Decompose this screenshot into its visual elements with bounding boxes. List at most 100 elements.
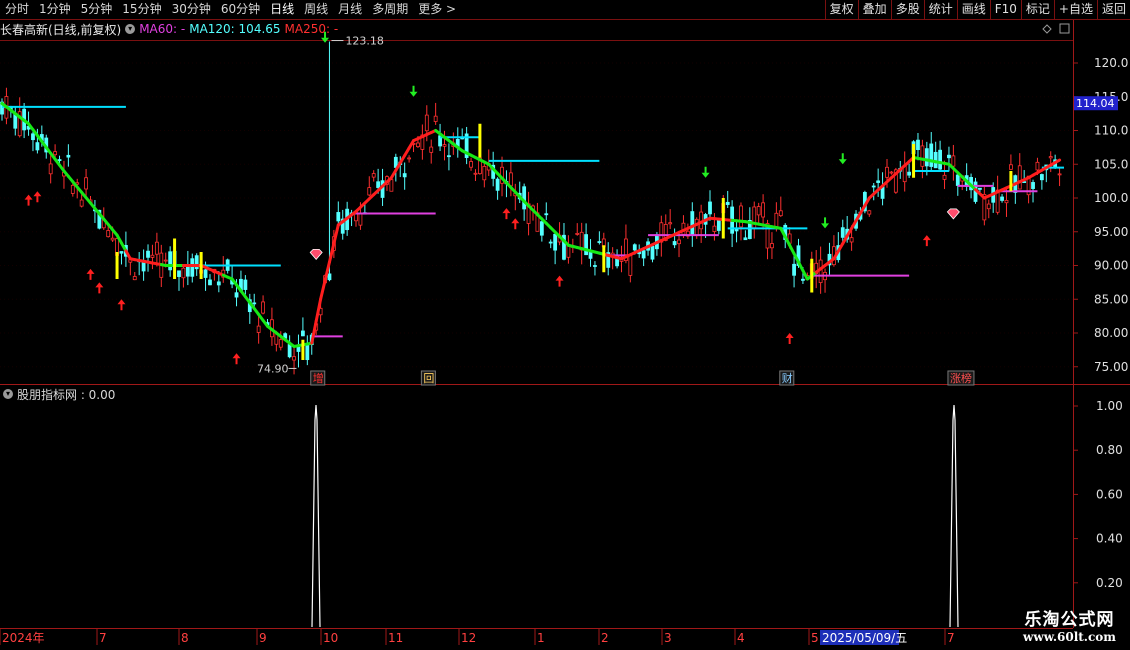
high-price-label: 123.18 (345, 35, 384, 48)
candle-body (641, 250, 646, 259)
buy-arrow-icon (86, 268, 95, 280)
date-label: 12 (461, 631, 476, 645)
candle-body (429, 146, 434, 153)
candle-body (442, 144, 447, 147)
candle-body (106, 230, 111, 238)
candle-body (66, 154, 71, 158)
candle-body (216, 281, 221, 286)
candle-body (508, 172, 513, 187)
candle-body (920, 145, 925, 167)
candle-body (575, 233, 580, 235)
current-price-label: 114.04 (1076, 97, 1115, 110)
candle-body (163, 259, 168, 262)
turn-bar (602, 245, 606, 273)
date-label: 1 (537, 631, 545, 645)
trend-segment (319, 279, 327, 301)
candle-body (792, 263, 796, 276)
date-label: 10 (323, 631, 338, 645)
trend-segment (332, 223, 340, 246)
price-tick-label: 110.0 (1094, 124, 1128, 138)
candle-body (53, 151, 57, 156)
candle-body (938, 149, 942, 170)
candle-body (907, 171, 912, 176)
candle-body (367, 187, 372, 196)
price-tick-label: 95.00 (1094, 225, 1128, 239)
candle-body (1000, 196, 1004, 201)
price-tick-label: 120.0 (1094, 56, 1128, 70)
price-tick-label: 80.00 (1094, 326, 1128, 340)
candle-body (208, 279, 212, 286)
candle-body (885, 166, 889, 178)
candle-body (371, 173, 376, 178)
price-axis: 120.0115.0110.0105.0100.095.0090.0085.00… (1073, 56, 1128, 374)
candle-body (70, 184, 75, 194)
buy-arrow-icon (24, 194, 33, 206)
candle-body (132, 276, 137, 281)
cursor-date-label: 2025/05/09/五 (822, 631, 907, 645)
indicator-tick-label: 0.80 (1096, 443, 1123, 457)
candle-body (84, 177, 88, 190)
candle-body (1057, 173, 1062, 176)
candle-body (35, 142, 40, 151)
candle-body (867, 210, 872, 215)
indicator-tick-label: 1.00 (1096, 399, 1123, 413)
candle-body (650, 245, 655, 260)
candle-body (544, 213, 549, 216)
event-badge-label: 涨榜 (950, 371, 972, 385)
candle-body (774, 212, 779, 229)
level-lines (2, 105, 1064, 338)
turn-bar (478, 123, 482, 158)
date-label: 9 (259, 631, 267, 645)
watermark: 乐淘公式网 www.60lt.com (1023, 605, 1116, 644)
sell-arrow-icon (409, 85, 418, 97)
indicator-pane: 1.00 0.80 0.60 0.40 0.20 (311, 399, 1123, 628)
candle-body (889, 171, 894, 174)
candle-body (389, 179, 394, 192)
gem-icon (946, 208, 960, 220)
indicator-tick-label: 0.20 (1096, 576, 1123, 590)
date-label: 8 (181, 631, 189, 645)
candle-body (300, 330, 305, 337)
turn-bar (301, 339, 305, 360)
diamond-icon (1042, 24, 1052, 34)
candle-body (986, 203, 991, 210)
buy-arrow-icon (117, 299, 126, 311)
candle-body (539, 221, 544, 236)
candle-body (725, 201, 730, 205)
event-badge-label: 回 (423, 372, 434, 385)
candle-body (942, 174, 947, 180)
candle-body (916, 139, 920, 151)
indicator-tick-label: 0.40 (1096, 532, 1123, 546)
candle-body (48, 163, 53, 175)
candle-body (756, 206, 761, 216)
candle-body (433, 115, 438, 122)
candle-body (1009, 164, 1013, 170)
candle-body (287, 344, 292, 358)
candle-body (150, 254, 155, 258)
candle-body (110, 237, 115, 241)
candle-body (924, 148, 929, 167)
candle-body (548, 241, 553, 244)
candle-body (402, 173, 407, 178)
date-label: 11 (388, 631, 403, 645)
buy-arrow-icon (33, 191, 42, 203)
turn-bar (173, 238, 177, 279)
corner-icons (1042, 23, 1070, 34)
candle-body (876, 180, 881, 183)
candle-body (1004, 199, 1009, 204)
candle-body (588, 251, 593, 259)
candle-body (305, 344, 310, 361)
buy-arrow-icon (555, 275, 564, 287)
candle-body (31, 133, 35, 141)
sell-arrow-icon (838, 153, 847, 165)
kline-chart[interactable]: 123.1874.90增回财涨榜 120.0115.0110.0105.0100… (0, 0, 1130, 650)
trend-segment (310, 319, 318, 345)
candle-body (234, 292, 239, 298)
candle-body (778, 210, 783, 217)
candle-body (424, 114, 429, 132)
candle-body (712, 225, 717, 232)
candle-body (261, 301, 265, 314)
buy-arrow-icon (502, 208, 511, 220)
candle-body (154, 241, 159, 255)
date-label: 3 (664, 631, 672, 645)
